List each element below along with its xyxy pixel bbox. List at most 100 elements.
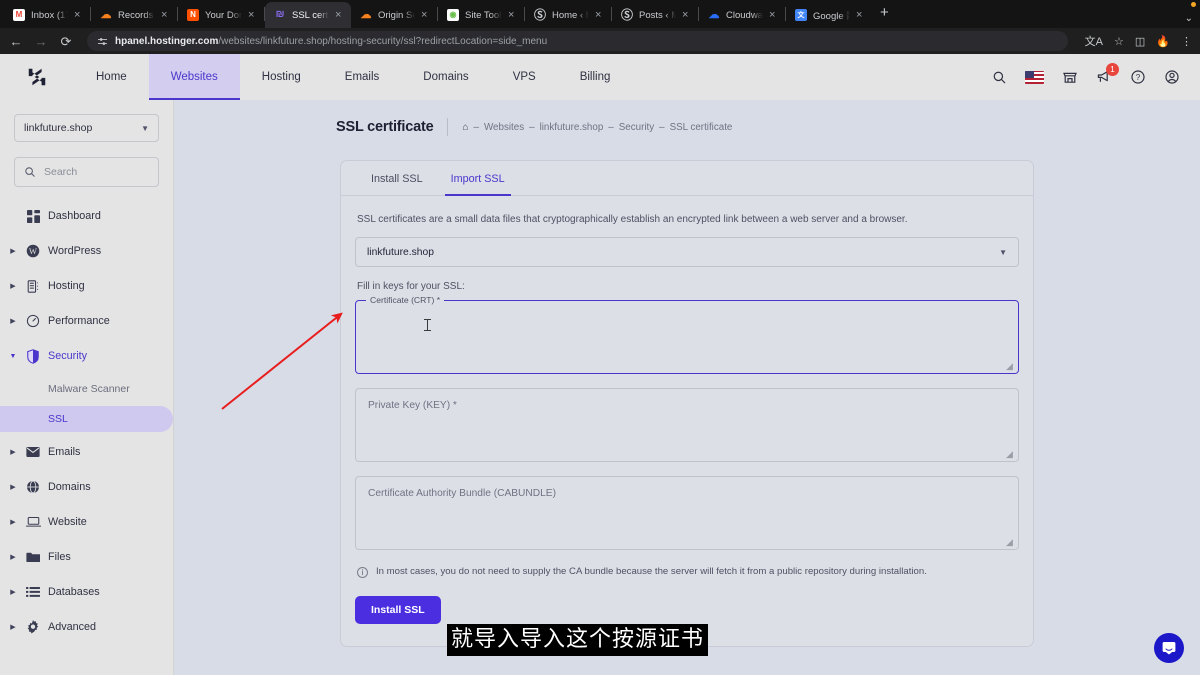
- browser-tab[interactable]: ◉ Site Tools ×: [438, 2, 524, 28]
- bookmark-star-icon[interactable]: ☆: [1114, 35, 1124, 48]
- tab-title: Home ‹ My WordPr: [552, 9, 589, 21]
- fill-keys-label: Fill in keys for your SSL:: [357, 281, 465, 292]
- close-icon[interactable]: ×: [595, 9, 605, 21]
- browser-tab[interactable]: Ⓢ Posts ‹ My WordPr ×: [612, 2, 698, 28]
- chevron-down-icon: ⌄: [1184, 13, 1193, 24]
- browser-tab[interactable]: ☁ Cloudways | Next-G ×: [699, 2, 785, 28]
- domain-select[interactable]: linkfuture.shop ▼: [355, 237, 1019, 267]
- cabundle-textarea[interactable]: Certificate Authority Bundle (CABUNDLE) …: [355, 476, 1019, 550]
- sidebar-item-label: Hosting: [48, 280, 85, 292]
- sidebar-item-label: Performance: [48, 315, 110, 327]
- hostinger-logo[interactable]: [0, 66, 74, 88]
- browser-toolbar: ← → ⟳ hpanel.hostinger.com/websites/link…: [0, 28, 1200, 54]
- back-button[interactable]: ←: [8, 35, 24, 48]
- announcement-icon[interactable]: 1: [1096, 63, 1119, 85]
- breadcrumb-item-domain[interactable]: linkfuture.shop: [540, 122, 604, 133]
- close-icon[interactable]: ×: [335, 9, 345, 21]
- translate-icon[interactable]: 文A: [1085, 33, 1103, 49]
- database-list-icon: [25, 586, 41, 598]
- browser-tab[interactable]: Ⓢ Home ‹ My WordPr ×: [525, 2, 611, 28]
- close-icon[interactable]: ×: [508, 9, 518, 21]
- nav-item-billing[interactable]: Billing: [558, 54, 633, 100]
- site-selector[interactable]: linkfuture.shop ▼: [14, 114, 159, 142]
- sidebar-search[interactable]: Search: [14, 157, 159, 187]
- sidebar-item-databases[interactable]: ▶ Databases: [0, 577, 173, 607]
- search-icon[interactable]: [992, 70, 1007, 85]
- flag-canton: [1025, 70, 1034, 78]
- reload-button[interactable]: ⟳: [58, 35, 74, 48]
- browser-tab[interactable]: ☁ Origin Server | link ×: [351, 2, 437, 28]
- breadcrumb-item-websites[interactable]: Websites: [484, 122, 524, 133]
- nav-item-vps[interactable]: VPS: [491, 54, 558, 100]
- svg-text:W: W: [29, 247, 37, 256]
- close-icon[interactable]: ×: [248, 9, 258, 21]
- browser-tab[interactable]: M Inbox (17) - michae ×: [4, 2, 90, 28]
- close-icon[interactable]: ×: [856, 9, 866, 21]
- address-bar[interactable]: hpanel.hostinger.com/websites/linkfuture…: [87, 31, 1068, 51]
- sidebar-item-website[interactable]: ▶ Website: [0, 507, 173, 537]
- ca-bundle-note: i In most cases, you do not need to supp…: [355, 564, 1019, 578]
- shield-icon: [25, 348, 41, 364]
- certificate-crt-field: Certificate (CRT) * ◢: [355, 295, 1019, 374]
- close-icon[interactable]: ×: [421, 9, 431, 21]
- nav-item-domains[interactable]: Domains: [401, 54, 490, 100]
- new-tab-button[interactable]: +: [872, 4, 897, 24]
- tab-install-ssl[interactable]: Install SSL: [357, 161, 437, 195]
- side-panel-icon[interactable]: ◫: [1135, 35, 1145, 48]
- store-icon[interactable]: [1062, 69, 1078, 85]
- browser-tab-active[interactable]: ₪ SSL certificate | Ho ×: [265, 2, 351, 28]
- breadcrumb: ⌂ – Websites – linkfuture.shop – Securit…: [462, 122, 732, 133]
- sidebar-item-security[interactable]: ▼ Security: [0, 341, 173, 371]
- hpanel-primary-nav: Home Websites Hosting Emails Domains VPS…: [74, 54, 632, 100]
- tab-import-ssl[interactable]: Import SSL: [437, 161, 519, 196]
- close-icon[interactable]: ×: [682, 9, 692, 21]
- sidebar-item-files[interactable]: ▶ Files: [0, 542, 173, 572]
- tab-list-button[interactable]: ⌄: [1185, 13, 1200, 28]
- url-path: /websites/linkfuture.shop/hosting-securi…: [218, 35, 548, 47]
- extension-flame-icon[interactable]: 🔥: [1156, 35, 1170, 48]
- browser-tab[interactable]: ☁ Records | linkfuture ×: [91, 2, 177, 28]
- nav-item-home[interactable]: Home: [74, 54, 149, 100]
- sidebar-item-hosting[interactable]: ▶ Hosting: [0, 271, 173, 301]
- nav-item-emails[interactable]: Emails: [323, 54, 402, 100]
- nav-item-websites[interactable]: Websites: [148, 54, 240, 100]
- sidebar-item-dashboard[interactable]: ▶ Dashboard: [0, 201, 173, 231]
- flag-us-icon[interactable]: [1025, 70, 1044, 84]
- account-icon[interactable]: [1164, 69, 1180, 85]
- notification-badge: 1: [1106, 63, 1119, 76]
- help-icon[interactable]: ?: [1130, 69, 1146, 85]
- resize-handle[interactable]: ◢: [1006, 450, 1015, 459]
- sidebar-item-wordpress[interactable]: ▶ W WordPress: [0, 236, 173, 266]
- nav-item-hosting[interactable]: Hosting: [240, 54, 323, 100]
- forward-button[interactable]: →: [33, 35, 49, 48]
- close-icon[interactable]: ×: [74, 9, 84, 21]
- wordpress-icon: Ⓢ: [621, 8, 634, 22]
- close-icon[interactable]: ×: [769, 9, 779, 21]
- intercom-chat-icon[interactable]: [1154, 633, 1184, 663]
- namecheap-icon: N: [187, 9, 199, 21]
- sidebar-item-performance[interactable]: ▶ Performance: [0, 306, 173, 336]
- private-key-textarea[interactable]: Private Key (KEY) * ◢: [355, 388, 1019, 462]
- sidebar-item-advanced[interactable]: ▶ Advanced: [0, 612, 173, 642]
- tune-icon[interactable]: [97, 36, 108, 47]
- home-icon[interactable]: ⌂: [462, 122, 468, 133]
- browser-tab[interactable]: 文 Google 翻译 ×: [786, 2, 872, 28]
- breadcrumb-item-security[interactable]: Security: [619, 122, 654, 133]
- laptop-icon: [25, 516, 41, 528]
- page-body: linkfuture.shop ▼ Search ▶ Dashboard ▶: [0, 100, 1200, 675]
- ssl-form: SSL certificates are a small data files …: [341, 196, 1033, 646]
- sidebar-subitem-malware-scanner[interactable]: Malware Scanner: [0, 376, 173, 402]
- resize-handle[interactable]: ◢: [1006, 538, 1015, 547]
- sidebar-subitem-ssl[interactable]: SSL: [0, 406, 173, 432]
- browser-tab[interactable]: N Your Domains liste ×: [178, 2, 264, 28]
- server-icon: [25, 279, 41, 293]
- kebab-menu-icon[interactable]: ⋮: [1181, 35, 1192, 48]
- resize-handle[interactable]: ◢: [1006, 362, 1015, 371]
- sidebar-item-domains[interactable]: ▶ Domains: [0, 472, 173, 502]
- certificate-crt-textarea[interactable]: Certificate (CRT) * ◢: [355, 295, 1019, 374]
- close-icon[interactable]: ×: [161, 9, 171, 21]
- chevron-right-icon: ▶: [10, 484, 16, 491]
- sidebar-item-emails[interactable]: ▶ Emails: [0, 437, 173, 467]
- hpanel-header: Home Websites Hosting Emails Domains VPS…: [0, 54, 1200, 100]
- install-ssl-button[interactable]: Install SSL: [355, 596, 441, 624]
